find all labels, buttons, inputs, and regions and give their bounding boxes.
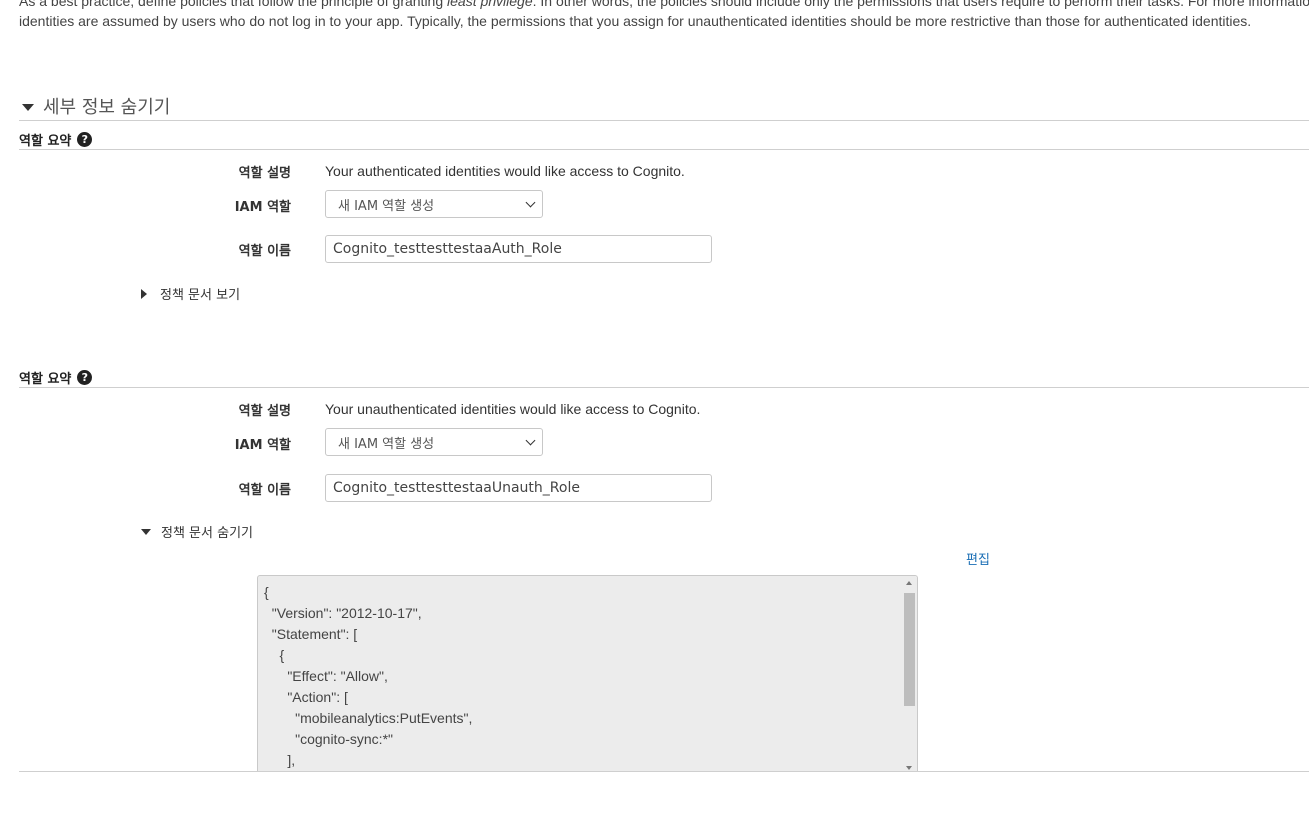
auth-role-name-input[interactable]	[325, 235, 712, 263]
edit-policy-link[interactable]: 편집	[966, 549, 990, 568]
auth-role-summary-header: 역할 요약 ?	[19, 129, 1309, 150]
auth-role-description-label: 역할 설명	[238, 166, 291, 181]
intro-line-2: identities are assumed by users who do n…	[19, 13, 1252, 29]
unauth-iam-role-selected: 새 IAM 역할 생성	[338, 436, 435, 452]
auth-iam-role-label: IAM 역할	[234, 200, 291, 215]
intro-text: As a best practice, define policies that…	[19, 0, 1309, 31]
chevron-down-icon	[525, 197, 536, 208]
auth-iam-role-select[interactable]: 새 IAM 역할 생성	[325, 190, 543, 218]
unauth-role-description-label: 역할 설명	[238, 404, 291, 419]
scroll-thumb[interactable]	[904, 593, 915, 706]
unauth-hide-policy-toggle[interactable]: 정책 문서 숨기기	[141, 522, 253, 541]
role-summary-label: 역할 요약	[19, 133, 72, 149]
chevron-down-icon	[525, 435, 536, 446]
auth-view-policy-toggle[interactable]: 정책 문서 보기	[141, 284, 240, 303]
auth-iam-role-selected: 새 IAM 역할 생성	[338, 198, 435, 214]
policy-document-text: { "Version": "2012-10-17", "Statement": …	[264, 584, 473, 768]
role-summary-label: 역할 요약	[19, 371, 72, 387]
policy-scrollbar[interactable]	[901, 576, 917, 771]
caret-down-icon	[141, 528, 151, 535]
unauth-iam-role-select[interactable]: 새 IAM 역할 생성	[325, 428, 543, 456]
page: As a best practice, define policies that…	[0, 0, 1309, 821]
hide-details-toggle[interactable]: 세부 정보 숨기기	[19, 92, 1309, 121]
caret-right-icon	[141, 288, 147, 299]
unauth-role-summary-header: 역할 요약 ?	[19, 367, 1309, 388]
help-circle-icon[interactable]: ?	[77, 131, 93, 147]
unauth-hide-policy-label: 정책 문서 숨기기	[161, 526, 253, 541]
intro-line-1: As a best practice, define policies that…	[19, 0, 1309, 9]
unauth-iam-role-label: IAM 역할	[234, 438, 291, 453]
policy-document-textarea[interactable]: { "Version": "2012-10-17", "Statement": …	[257, 575, 918, 771]
auth-role-description-value: Your authenticated identities would like…	[325, 163, 685, 179]
auth-view-policy-label: 정책 문서 보기	[160, 288, 241, 303]
help-circle-icon[interactable]: ?	[77, 369, 93, 385]
unauth-role-name-input[interactable]	[325, 474, 712, 502]
details-title: 세부 정보 숨기기	[43, 97, 171, 118]
scroll-up-arrow-icon[interactable]	[906, 581, 912, 585]
scroll-down-arrow-icon[interactable]	[906, 766, 912, 770]
unauth-role-description-value: Your unauthenticated identities would li…	[325, 401, 701, 417]
caret-down-icon	[22, 103, 34, 111]
unauth-role-name-label: 역할 이름	[238, 483, 291, 498]
section-divider	[19, 771, 1309, 772]
auth-role-name-label: 역할 이름	[238, 244, 291, 259]
